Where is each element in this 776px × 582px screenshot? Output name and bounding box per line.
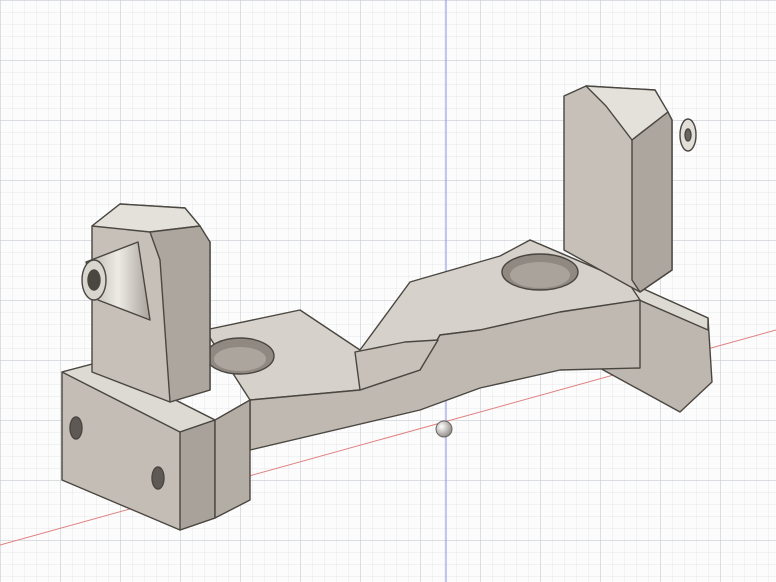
left-base-side bbox=[179, 419, 216, 531]
origin-sphere-icon[interactable] bbox=[435, 420, 453, 438]
left-base-hole-2 bbox=[151, 466, 165, 490]
right-pivot-hole bbox=[684, 128, 692, 142]
right-upright-side bbox=[631, 111, 673, 293]
left-base-hole-1 bbox=[69, 416, 83, 440]
left-base-connector bbox=[214, 399, 251, 519]
canvas-svg bbox=[0, 0, 776, 582]
left-pivot-hole bbox=[87, 269, 101, 291]
design-viewport[interactable] bbox=[0, 0, 776, 582]
